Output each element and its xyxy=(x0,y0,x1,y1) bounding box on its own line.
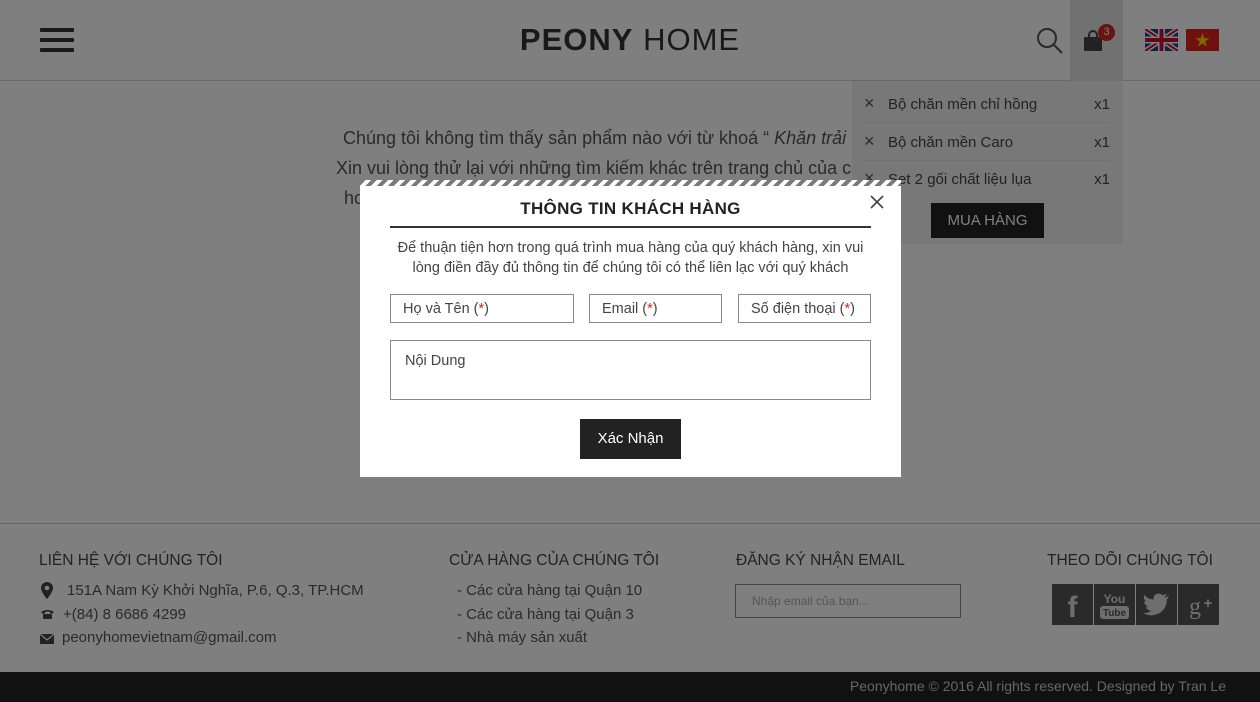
confirm-button[interactable]: Xác Nhận xyxy=(580,419,681,459)
modal-title-divider xyxy=(390,226,871,228)
modal-top-stripe xyxy=(360,180,901,186)
modal-title: THÔNG TIN KHÁCH HÀNG xyxy=(520,199,741,218)
email-field[interactable]: Email (*) xyxy=(589,294,722,323)
phone-field[interactable]: Số điện thoại (*) xyxy=(738,294,871,323)
content-textarea[interactable]: Nội Dung xyxy=(390,340,871,400)
customer-info-modal: THÔNG TIN KHÁCH HÀNG Để thuận tiện hơn t… xyxy=(360,180,901,477)
modal-description: Để thuận tiện hơn trong quá trình mua hà… xyxy=(397,240,864,276)
name-field[interactable]: Họ và Tên (*) xyxy=(390,294,574,323)
